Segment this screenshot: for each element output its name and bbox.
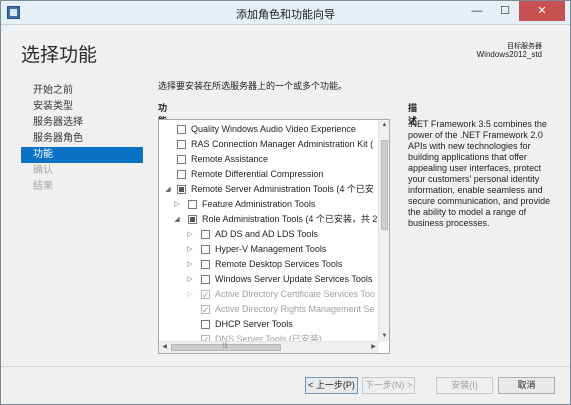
nav-item-features[interactable]: 功能 [21, 147, 143, 163]
grip-icon: ||| [223, 343, 228, 349]
features-tree[interactable]: Quality Windows Audio Video Experience R… [158, 119, 390, 354]
feature-checkbox[interactable] [177, 155, 186, 164]
feature-checkbox[interactable] [201, 245, 210, 254]
install-button[interactable]: 安装(I) [436, 377, 493, 394]
expand-arrow-icon[interactable]: ▷ [186, 272, 194, 287]
target-server-name: Windows2012_std [476, 50, 542, 59]
feature-checkbox[interactable] [201, 303, 210, 318]
horizontal-scrollbar[interactable]: ◀ ||| ▶ [159, 341, 379, 353]
footer-divider [1, 366, 570, 367]
feature-label: Feature Administration Tools [202, 199, 316, 209]
scroll-down-arrow-icon[interactable]: ▼ [379, 331, 389, 342]
scroll-right-arrow-icon[interactable]: ▶ [368, 342, 379, 353]
feature-label: Role Administration Tools (4 个已安装，共 2 [202, 214, 378, 224]
nav-item-results: 结果 [33, 181, 53, 192]
feature-label: Remote Server Administration Tools (4 个已… [191, 184, 374, 194]
feature-checkbox[interactable] [201, 275, 210, 284]
scroll-left-arrow-icon[interactable]: ◀ [159, 342, 170, 353]
feature-checkbox[interactable] [201, 230, 210, 239]
feature-label: DHCP Server Tools [215, 319, 293, 329]
maximize-button[interactable]: ☐ [491, 1, 519, 21]
feature-label: Active Directory Certificate Services To… [215, 289, 375, 299]
title-bar: 添加角色和功能向导 — ☐ ✕ [1, 1, 570, 25]
vertical-scrollbar[interactable]: ▲ ▼ [378, 120, 389, 342]
expand-arrow-icon[interactable]: ▷ [186, 227, 194, 242]
expand-arrow-icon[interactable]: ▷ [186, 287, 194, 302]
feature-label: Quality Windows Audio Video Experience [191, 124, 356, 134]
feature-label: Remote Assistance [191, 154, 269, 164]
feature-label: Hyper-V Management Tools [215, 244, 327, 254]
feature-label: Remote Desktop Services Tools [215, 259, 343, 269]
feature-checkbox[interactable] [188, 215, 197, 224]
expand-arrow-icon[interactable]: ▷ [186, 257, 194, 272]
expand-arrow-icon[interactable]: ▷ [186, 242, 194, 257]
previous-button[interactable]: < 上一步(P) [305, 377, 358, 394]
feature-label: AD DS and AD LDS Tools [215, 229, 318, 239]
next-button[interactable]: 下一步(N) > [362, 377, 415, 394]
feature-checkbox[interactable] [201, 288, 210, 303]
wizard-window: 添加角色和功能向导 — ☐ ✕ 选择功能 目标服务器 Windows2012_s… [0, 0, 571, 405]
feature-description: .NET Framework 3.5 combines the power of… [408, 119, 551, 228]
horizontal-scroll-thumb[interactable]: ||| [171, 343, 281, 351]
nav-item-server-selection[interactable]: 服务器选择 [21, 115, 143, 131]
scroll-up-arrow-icon[interactable]: ▲ [379, 120, 389, 131]
cancel-button[interactable]: 取消 [498, 377, 555, 394]
feature-label: Remote Differential Compression [191, 169, 324, 179]
page-title: 选择功能 [21, 45, 98, 66]
feature-checkbox[interactable] [177, 140, 186, 149]
nav-item-before-you-begin[interactable]: 开始之前 [21, 83, 143, 99]
feature-checkbox[interactable] [201, 320, 210, 329]
minimize-button[interactable]: — [463, 1, 491, 21]
feature-checkbox[interactable] [201, 260, 210, 269]
wizard-header: 选择功能 目标服务器 Windows2012_std [1, 26, 570, 74]
nav-item-server-roles[interactable]: 服务器角色 [21, 131, 143, 147]
feature-label: Windows Server Update Services Tools [215, 274, 373, 284]
feature-checkbox[interactable] [177, 185, 186, 194]
nav-item-confirmation: 确认 [33, 165, 53, 176]
vertical-scroll-thumb[interactable] [381, 140, 388, 230]
feature-checkbox[interactable] [177, 125, 186, 134]
feature-label: Active Directory Rights Management Se [215, 304, 375, 314]
feature-label: RAS Connection Manager Administration Ki… [191, 139, 374, 149]
feature-checkbox[interactable] [188, 200, 197, 209]
close-button[interactable]: ✕ [519, 1, 565, 21]
collapse-arrow-icon[interactable]: ◢ [173, 212, 181, 227]
feature-checkbox[interactable] [177, 170, 186, 179]
expand-arrow-icon[interactable]: ▷ [173, 197, 181, 212]
nav-item-installation-type[interactable]: 安装类型 [21, 99, 143, 115]
collapse-arrow-icon[interactable]: ◢ [164, 182, 172, 197]
wizard-steps-nav: 开始之前 安装类型 服务器选择 服务器角色 功能 确认 结果 [21, 83, 143, 195]
instruction-text: 选择要安装在所选服务器上的一个或多个功能。 [158, 81, 348, 91]
